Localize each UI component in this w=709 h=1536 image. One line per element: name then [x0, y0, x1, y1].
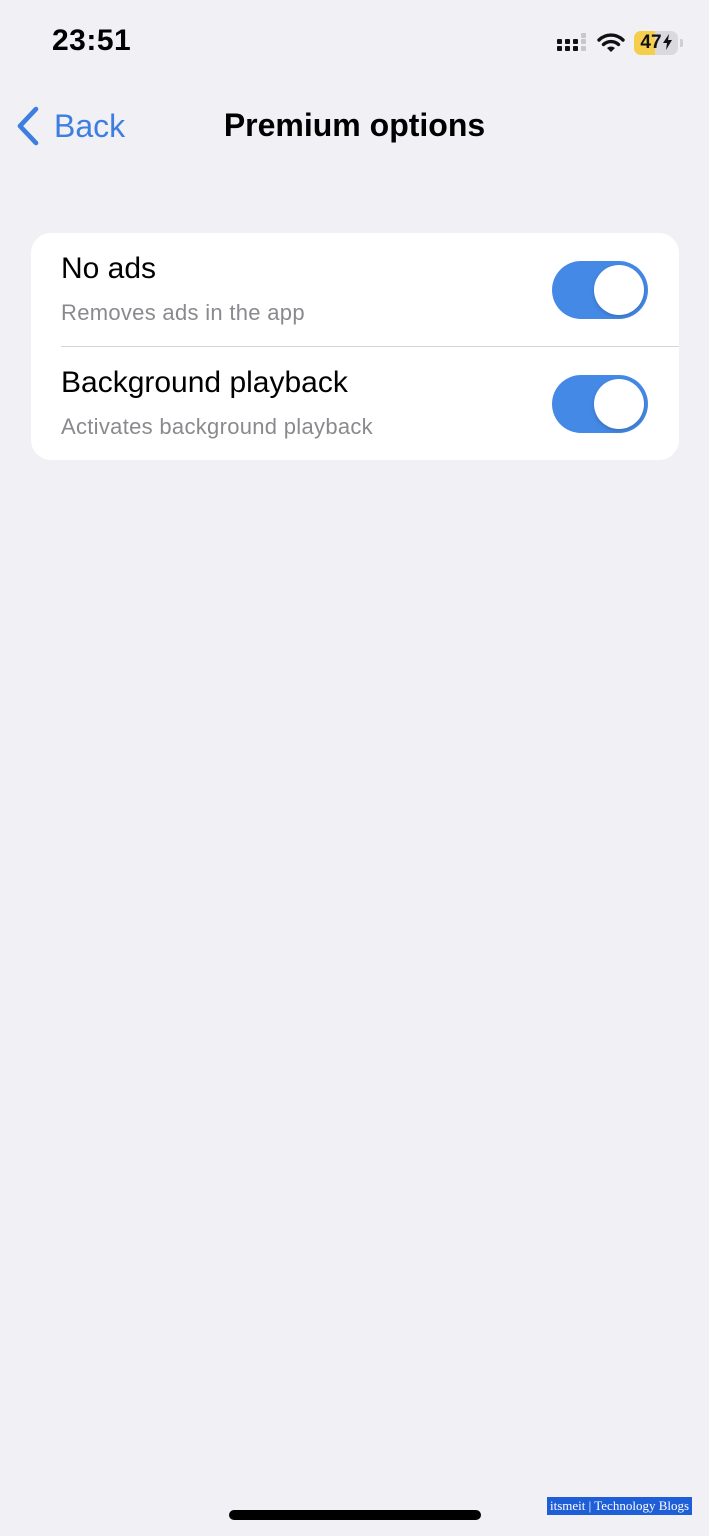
status-bar: 23:51 47 [0, 0, 709, 90]
battery-nub [680, 39, 683, 47]
setting-title: No ads [61, 252, 157, 285]
signal-icon [557, 33, 586, 51]
setting-row-background-playback: Background playback Activates background… [31, 347, 679, 460]
status-time: 23:51 [52, 24, 132, 57]
setting-row-no-ads: No ads Removes ads in the app [31, 233, 679, 346]
battery-body: 47 [634, 31, 678, 55]
chevron-left-icon [17, 106, 39, 146]
wifi-icon [597, 33, 625, 52]
no-ads-toggle[interactable] [552, 261, 648, 319]
back-button[interactable]: Back [14, 104, 125, 148]
background-playback-toggle[interactable] [552, 375, 648, 433]
setting-subtitle: Removes ads in the app [61, 300, 305, 325]
setting-subtitle: Activates background playback [61, 414, 373, 439]
home-indicator [229, 1510, 481, 1520]
battery-icon: 47 [634, 31, 684, 55]
premium-options-list: No ads Removes ads in the app Background… [31, 233, 679, 460]
setting-title: Background playback [61, 366, 348, 399]
watermark: itsmeit | Technology Blogs [547, 1497, 693, 1515]
toggle-knob [594, 265, 644, 315]
toggle-knob [594, 379, 644, 429]
charging-bolt-icon [662, 34, 672, 50]
back-label: Back [54, 107, 126, 144]
navigation-bar: Premium options Back [0, 90, 709, 162]
battery-level: 47 [634, 31, 678, 55]
